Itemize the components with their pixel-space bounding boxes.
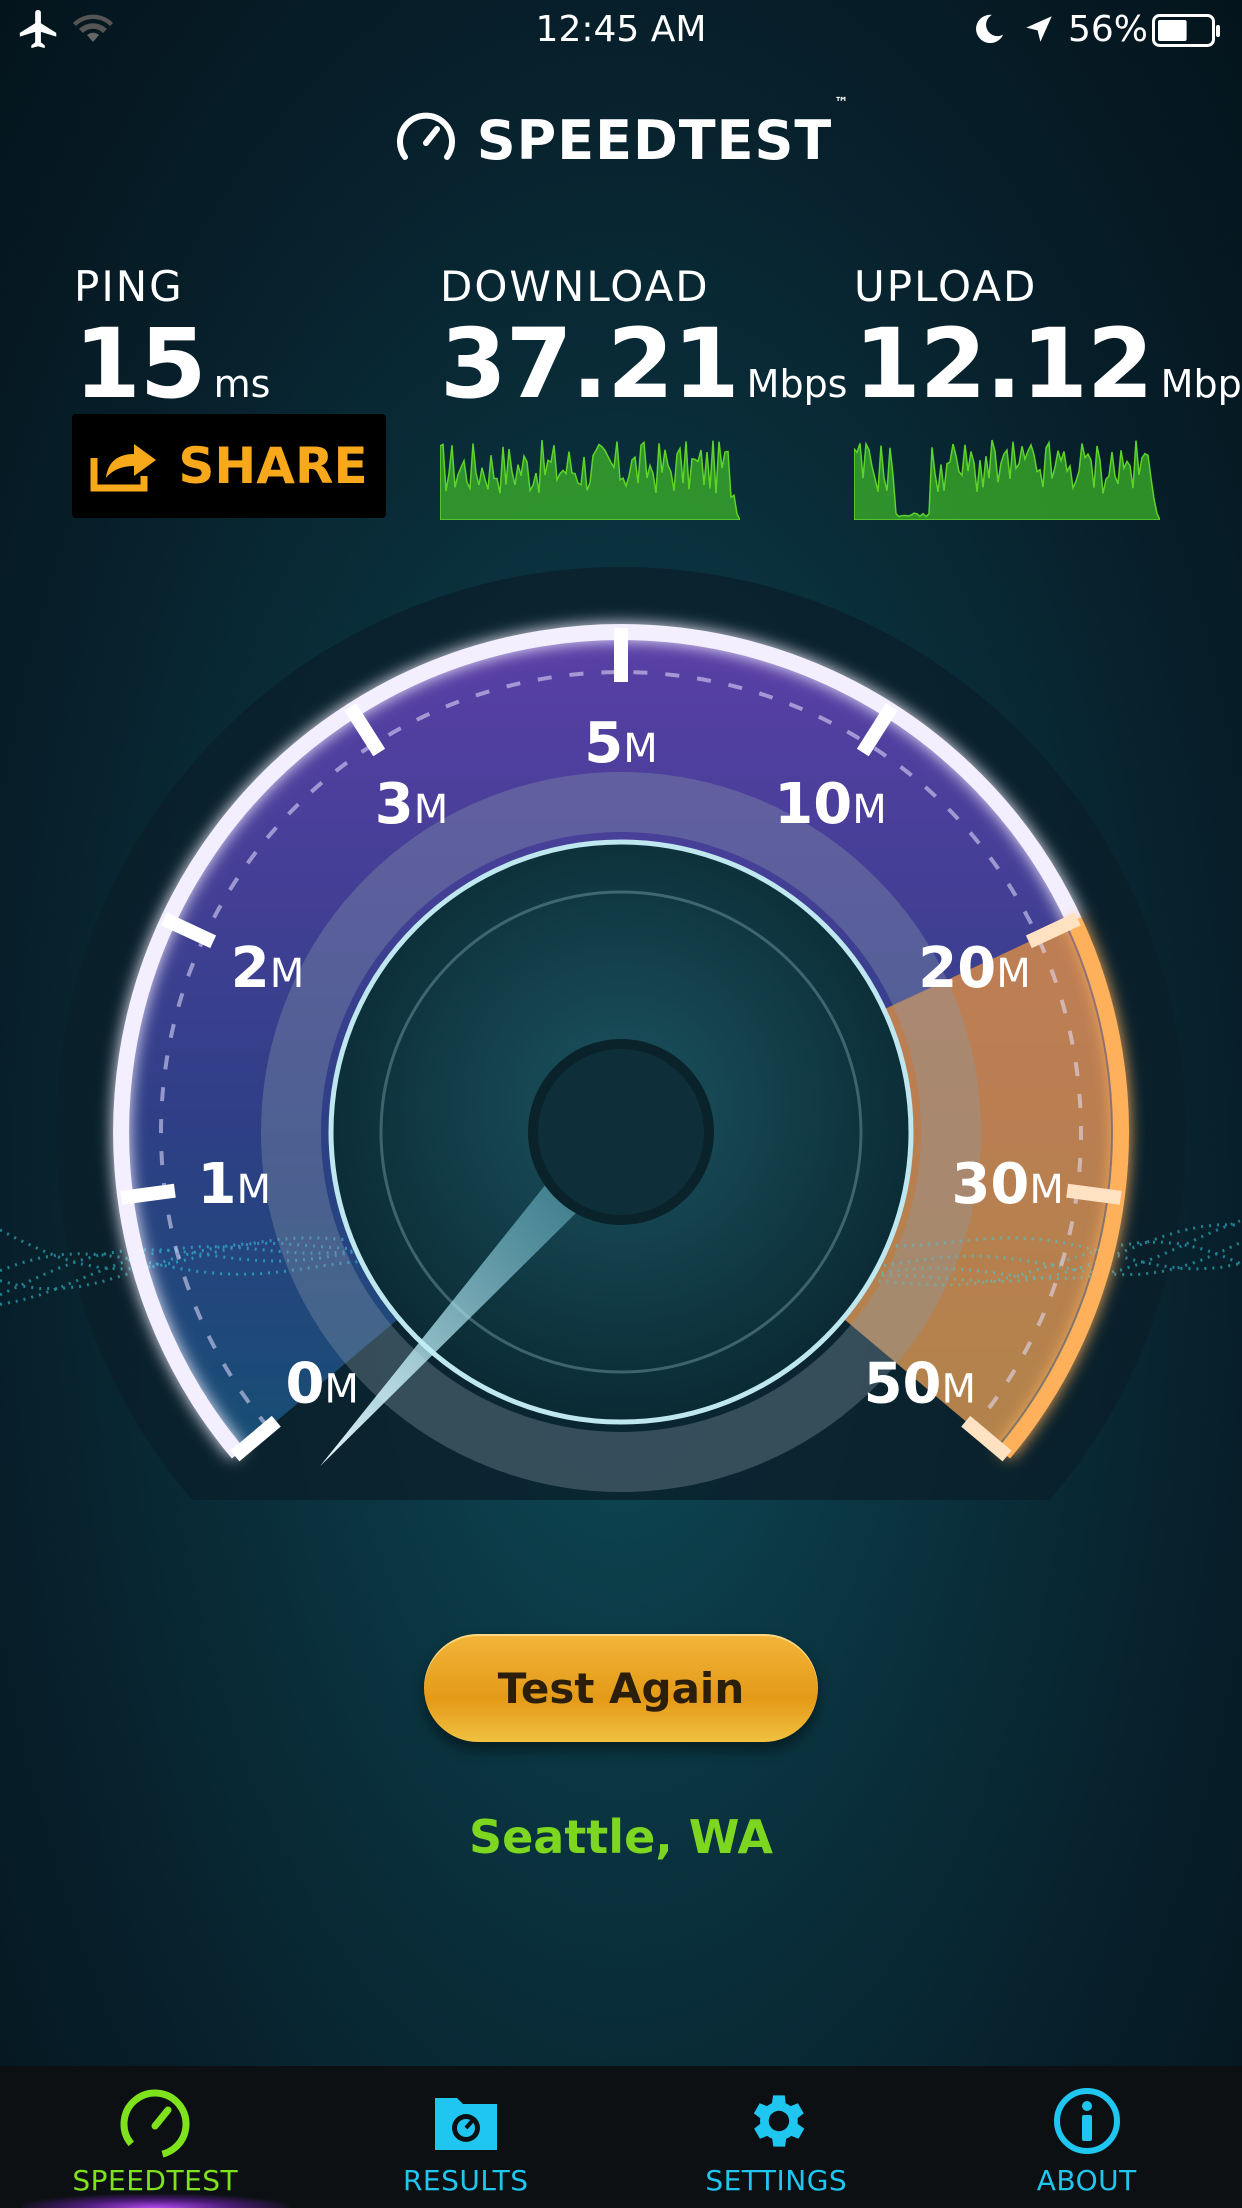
battery-percent: 56% [1068,9,1149,50]
info-icon [1052,2084,1122,2158]
download-unit: Mbps [746,362,848,406]
download-sparkline [440,440,740,520]
status-bar: 12:45 AM 56% [0,0,1242,62]
ping-value: 15 [74,308,207,420]
share-button[interactable]: SHARE [72,414,386,518]
download-label: DOWNLOAD [440,262,710,311]
tab-about[interactable]: ABOUT [932,2066,1242,2208]
tab-results-label: RESULTS [402,2164,529,2197]
share-icon [90,436,160,496]
app-header: SPEEDTEST™ [0,94,1242,180]
app-title: SPEEDTEST™ [476,94,850,172]
share-label: SHARE [178,437,368,495]
upload-metric: UPLOAD 12.12 Mbps [854,262,1242,414]
tab-speedtest[interactable]: SPEEDTEST [0,2066,311,2208]
upload-label: UPLOAD [854,262,1038,311]
tab-bar: SPEEDTEST RESULTS SETTINGS ABOUT [0,2066,1242,2208]
ping-unit: ms [213,362,271,406]
download-metric: DOWNLOAD 37.21 Mbps [440,262,847,414]
gauge-icon [118,2084,192,2158]
test-again-button[interactable]: Test Again [424,1634,818,1742]
speedtest-logo-icon [393,105,459,175]
gauge-tick [120,1183,176,1205]
tab-settings[interactable]: SETTINGS [621,2066,932,2208]
tab-results[interactable]: RESULTS [311,2066,622,2208]
upload-value: 12.12 [854,308,1154,420]
tab-speedtest-label: SPEEDTEST [72,2164,239,2197]
battery-icon [1152,14,1222,59]
results-folder-icon [429,2084,503,2158]
gauge-tick [1066,1183,1122,1205]
gear-icon [741,2084,811,2158]
speed-gauge: 0M1M2M3M5M10M20M30M50M [0,567,1241,1500]
download-value: 37.21 [440,308,740,420]
tab-settings-label: SETTINGS [705,2164,848,2197]
location-arrow-icon [1022,12,1056,57]
ping-metric: PING 15 ms [74,262,270,414]
moon-icon [972,12,1006,57]
ping-label: PING [74,262,184,311]
tab-about-label: ABOUT [1036,2164,1137,2197]
server-location: Seattle, WA [468,1810,774,1864]
upload-sparkline [854,439,1160,520]
upload-unit: Mbps [1160,362,1242,406]
